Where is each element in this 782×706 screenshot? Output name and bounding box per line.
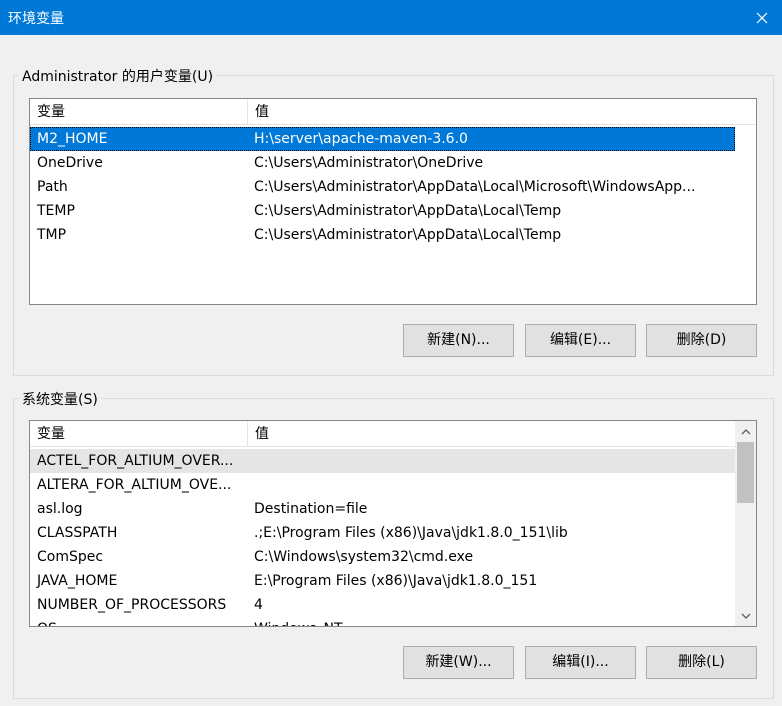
table-row[interactable]: asl.log Destination=file: [30, 497, 735, 521]
list-header: 变量 值: [30, 99, 756, 125]
title-bar: 环境变量: [0, 0, 782, 35]
variable-value: .;E:\Program Files (x86)\Java\jdk1.8.0_1…: [254, 525, 568, 541]
system-variables-label: 系统变量(S): [19, 389, 101, 409]
chevron-up-icon: [741, 428, 750, 434]
variable-name: NUMBER_OF_PROCESSORS: [37, 597, 227, 613]
column-header-value[interactable]: 值: [248, 99, 548, 125]
table-row[interactable]: ComSpec C:\Windows\system32\cmd.exe: [30, 545, 735, 569]
user-variables-label: Administrator 的用户变量(U): [19, 66, 217, 86]
variable-name: ComSpec: [37, 549, 104, 565]
close-button[interactable]: [742, 0, 782, 35]
variable-value: C:\Users\Administrator\AppData\Local\Tem…: [254, 203, 562, 219]
window-title: 环境变量: [8, 11, 64, 27]
variable-value: Windows_NT: [254, 617, 343, 626]
table-row[interactable]: M2_HOME H:\server\apache-maven-3.6.0: [30, 127, 735, 151]
scroll-down-button[interactable]: [735, 605, 756, 626]
variable-name: OneDrive: [37, 155, 103, 171]
table-row[interactable]: TEMP C:\Users\Administrator\AppData\Loca…: [30, 199, 756, 223]
variable-name: TEMP: [37, 203, 75, 219]
list-header: 变量 值: [30, 421, 735, 447]
user-delete-button[interactable]: 删除(D): [646, 324, 757, 357]
system-variables-list[interactable]: 变量 值 ACTEL_FOR_ALTIUM_OVER... ALTERA_FOR…: [29, 420, 757, 627]
table-row[interactable]: TMP C:\Users\Administrator\AppData\Local…: [30, 223, 756, 247]
variable-value: E:\Program Files (x86)\Java\jdk1.8.0_151: [254, 573, 538, 589]
table-row[interactable]: JAVA_HOME E:\Program Files (x86)\Java\jd…: [30, 569, 735, 593]
table-row[interactable]: OneDrive C:\Users\Administrator\OneDrive: [30, 151, 756, 175]
user-edit-button[interactable]: 编辑(E)...: [525, 324, 636, 357]
system-new-button[interactable]: 新建(W)...: [403, 646, 514, 679]
variable-value: C:\Windows\system32\cmd.exe: [254, 549, 474, 565]
variable-name: JAVA_HOME: [37, 573, 118, 589]
variable-value: C:\Users\Administrator\AppData\Local\Mic…: [254, 179, 696, 195]
user-new-button[interactable]: 新建(N)...: [403, 324, 514, 357]
variable-value: H:\server\apache-maven-3.6.0: [254, 131, 468, 147]
variable-value: C:\Users\Administrator\AppData\Local\Tem…: [254, 227, 562, 243]
column-header-variable[interactable]: 变量: [30, 99, 248, 125]
variable-name: TMP: [37, 227, 67, 243]
column-header-variable[interactable]: 变量: [30, 421, 248, 447]
chevron-down-icon: [741, 613, 750, 619]
variable-name: Path: [37, 179, 68, 195]
scroll-up-button[interactable]: [735, 421, 756, 442]
user-variables-list[interactable]: 变量 值 M2_HOME H:\server\apache-maven-3.6.…: [29, 98, 757, 305]
variable-value: C:\Users\Administrator\OneDrive: [254, 155, 484, 171]
variable-name: ALTERA_FOR_ALTIUM_OVE...: [37, 477, 232, 493]
column-header-value[interactable]: 值: [248, 421, 548, 447]
close-icon: [756, 12, 768, 23]
scroll-thumb[interactable]: [737, 442, 754, 503]
vertical-scrollbar[interactable]: [735, 421, 756, 626]
table-row[interactable]: ALTERA_FOR_ALTIUM_OVE...: [30, 473, 735, 497]
variable-value: Destination=file: [254, 501, 368, 517]
table-row[interactable]: OS Windows_NT: [30, 617, 735, 626]
variable-name: OS: [37, 617, 57, 626]
system-delete-button[interactable]: 删除(L): [646, 646, 757, 679]
table-row[interactable]: ACTEL_FOR_ALTIUM_OVER...: [30, 449, 735, 473]
variable-name: M2_HOME: [37, 131, 108, 147]
variable-name: ACTEL_FOR_ALTIUM_OVER...: [37, 453, 234, 469]
table-row[interactable]: Path C:\Users\Administrator\AppData\Loca…: [30, 175, 756, 199]
variable-name: asl.log: [37, 501, 83, 517]
variable-name: CLASSPATH: [37, 525, 118, 541]
table-row[interactable]: NUMBER_OF_PROCESSORS 4: [30, 593, 735, 617]
variable-value: 4: [254, 597, 263, 613]
system-edit-button[interactable]: 编辑(I)...: [525, 646, 636, 679]
table-row[interactable]: CLASSPATH .;E:\Program Files (x86)\Java\…: [30, 521, 735, 545]
